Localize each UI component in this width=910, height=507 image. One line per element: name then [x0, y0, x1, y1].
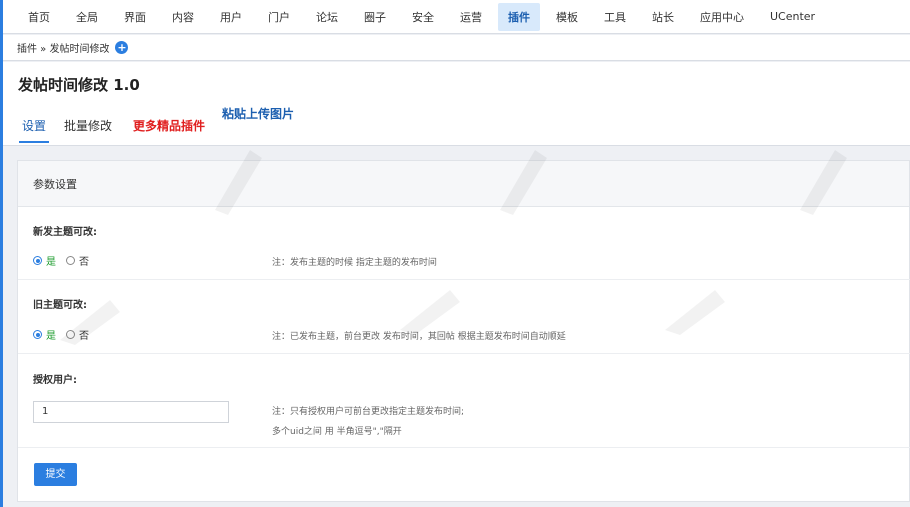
nav-item-templates[interactable]: 模板	[546, 3, 588, 31]
settings-panel: 参数设置 新发主题可改: 是 否 注：发布主题的时候 指定主题的发布时间 旧主题…	[17, 160, 910, 502]
new-thread-no-radio[interactable]	[66, 256, 75, 265]
nav-item-portal[interactable]: 门户	[258, 3, 300, 31]
panel-heading: 参数设置	[18, 161, 909, 207]
authorized-users-label: 授权用户:	[33, 375, 77, 386]
authorized-users-note-line2: 多个uid之间 用 半角逗号","隔开	[272, 427, 402, 437]
tab-paste-upload[interactable]: 粘贴上传图片	[222, 105, 294, 122]
breadcrumb: 插件 » 发帖时间修改 +	[3, 35, 910, 61]
new-thread-row: 新发主题可改: 是 否 注：发布主题的时候 指定主题的发布时间	[18, 207, 910, 280]
top-nav: 首页 全局 界面 内容 用户 门户 论坛 圈子 安全 运营 插件 模板 工具 站…	[3, 0, 910, 34]
tab-batch-edit[interactable]: 批量修改	[64, 117, 112, 134]
active-tab-indicator	[19, 141, 49, 143]
new-thread-radio-group: 是 否	[33, 253, 89, 268]
authorized-users-input[interactable]: 1	[33, 401, 229, 423]
nav-item-forum[interactable]: 论坛	[306, 3, 348, 31]
new-thread-label: 新发主题可改:	[33, 227, 97, 238]
old-thread-no-label: 否	[79, 331, 89, 342]
nav-item-tools[interactable]: 工具	[594, 3, 636, 31]
nav-item-operations[interactable]: 运营	[450, 3, 492, 31]
new-thread-yes-radio[interactable]	[33, 256, 42, 265]
add-icon[interactable]: +	[115, 41, 129, 54]
old-thread-row: 旧主题可改: 是 否 注：已发布主题，前台更改 发布时间，其回帖 根据主题发布时…	[18, 280, 910, 354]
new-thread-no-label: 否	[79, 257, 89, 268]
nav-item-users[interactable]: 用户	[210, 3, 252, 31]
nav-item-ucenter[interactable]: UCenter	[760, 4, 825, 29]
breadcrumb-text: 插件 » 发帖时间修改	[17, 44, 110, 55]
page-header: 发帖时间修改 1.0 设置 批量修改 更多精品插件 粘贴上传图片	[3, 62, 910, 146]
old-thread-yes-label: 是	[46, 331, 56, 342]
nav-item-security[interactable]: 安全	[402, 3, 444, 31]
submit-button[interactable]: 提交	[34, 463, 77, 486]
nav-item-groups[interactable]: 圈子	[354, 3, 396, 31]
old-thread-no-radio[interactable]	[66, 330, 75, 339]
old-thread-radio-group: 是 否	[33, 327, 89, 342]
old-thread-label: 旧主题可改:	[33, 300, 87, 311]
authorized-users-row: 授权用户: 1 注：只有授权用户可前台更改指定主题发布时间; 多个uid之间 用…	[18, 354, 910, 448]
nav-item-home[interactable]: 首页	[18, 3, 60, 31]
tab-more-plugins[interactable]: 更多精品插件	[133, 117, 205, 134]
authorized-users-note-line1: 注：只有授权用户可前台更改指定主题发布时间;	[272, 407, 465, 417]
old-thread-note: 注：已发布主题，前台更改 发布时间，其回帖 根据主题发布时间自动顺延	[272, 332, 566, 342]
new-thread-yes-label: 是	[46, 257, 56, 268]
new-thread-note: 注：发布主题的时候 指定主题的发布时间	[272, 258, 437, 268]
page-title: 发帖时间修改 1.0	[18, 76, 140, 94]
old-thread-yes-radio[interactable]	[33, 330, 42, 339]
nav-item-content[interactable]: 内容	[162, 3, 204, 31]
nav-item-app-center[interactable]: 应用中心	[690, 3, 754, 31]
nav-item-webmaster[interactable]: 站长	[642, 3, 684, 31]
tab-settings[interactable]: 设置	[22, 117, 46, 134]
nav-item-interface[interactable]: 界面	[114, 3, 156, 31]
nav-item-global[interactable]: 全局	[66, 3, 108, 31]
nav-item-plugins[interactable]: 插件	[498, 2, 540, 31]
